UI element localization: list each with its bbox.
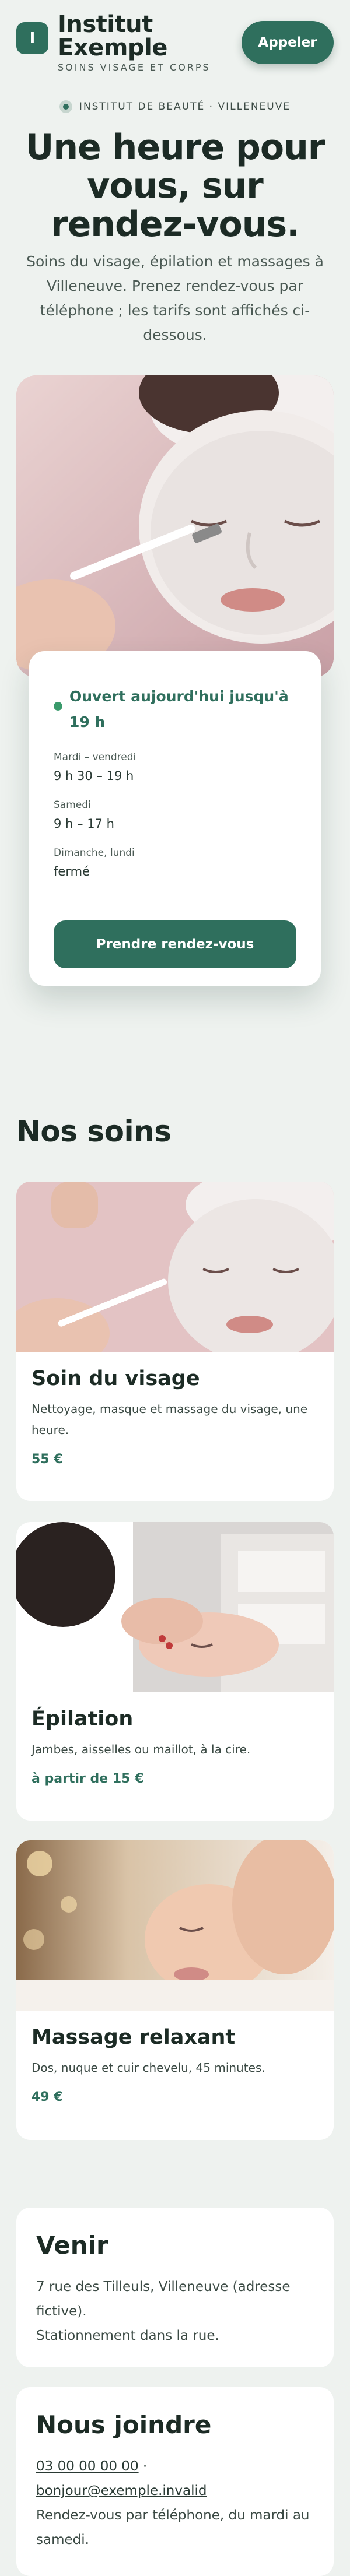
hours-day: Samedi [54, 799, 91, 811]
massage-treatment-image [16, 1840, 334, 2011]
directions-parking: Stationnement dans la rue. [36, 2328, 219, 2343]
hero-title: Une heure pour vous, sur rendez-vous. [25, 127, 326, 245]
contact-line: 03 00 00 00 00 · [36, 2454, 314, 2479]
hours-day: Dimanche, lundi [54, 847, 135, 859]
hours-row: Samedi 9 h – 17 h [54, 799, 295, 831]
location-dot-icon [59, 100, 72, 113]
directions-card: Venir 7 rue des Tilleuls, Villeneuve (ad… [16, 2208, 334, 2367]
hero-eyebrow: INSTITUT DE BEAUTÉ · VILLENEUVE [0, 100, 350, 113]
contact-card: Nous joindre 03 00 00 00 00 · bonjour@ex… [16, 2387, 334, 2576]
service-name: Massage relaxant [32, 2026, 236, 2049]
directions-title: Venir [36, 2231, 108, 2259]
service-price: 55 € [32, 1452, 63, 1467]
service-description: Jambes, aisselles ou maillot, à la cire. [32, 1742, 251, 1756]
open-status: Ouvert aujourd'hui jusqu'à 19 h [54, 684, 295, 735]
book-appointment-button[interactable]: Prendre rendez-vous [54, 920, 296, 968]
facial-treatment-image [16, 1182, 334, 1352]
hours-day: Mardi – vendredi [54, 751, 136, 763]
open-status-text: Ouvert aujourd'hui jusqu'à 19 h [69, 688, 289, 730]
contact-separator: · [138, 2459, 148, 2474]
open-status-dot-icon [54, 702, 62, 711]
site-header: I Institut Exemple SOINS VISAGE ET CORPS… [0, 0, 350, 83]
service-card-facial: Soin du visage Nettoyage, masque et mass… [16, 1182, 334, 1501]
hero-subtitle: Soins du visage, épilation et massages à… [26, 253, 324, 343]
service-price: 49 € [32, 2090, 63, 2104]
brand[interactable]: I Institut Exemple SOINS VISAGE ET CORPS [16, 13, 211, 73]
hours-time: 9 h – 17 h [54, 817, 114, 831]
hours-time: fermé [54, 864, 90, 878]
service-photo [16, 1840, 334, 2011]
opening-hours-card: Ouvert aujourd'hui jusqu'à 19 h Mardi – … [29, 651, 321, 986]
service-card-massage: Massage relaxant Dos, nuque et cuir chev… [16, 1840, 334, 2140]
contact-email-line: bonjour@exemple.invalid [36, 2479, 314, 2503]
hours-time: 9 h 30 – 19 h [54, 769, 134, 783]
phone-link[interactable]: 03 00 00 00 00 [36, 2459, 139, 2474]
service-name: Épilation [32, 1707, 134, 1731]
directions-address: 7 rue des Tilleuls, Villeneuve (adresse … [36, 2279, 290, 2319]
services-title: Nos soins [16, 1115, 172, 1148]
service-card-waxing: Épilation Jambes, aisselles ou maillot, … [16, 1522, 334, 1821]
email-link[interactable]: bonjour@exemple.invalid [36, 2483, 206, 2498]
hours-row: Mardi – vendredi 9 h 30 – 19 h [54, 751, 295, 783]
contact-note: Rendez-vous par téléphone, du mardi au s… [36, 2508, 310, 2547]
service-name: Soin du visage [32, 1367, 200, 1390]
facial-mask-photo [16, 375, 334, 677]
eyebrow-text: INSTITUT DE BEAUTÉ · VILLENEUVE [79, 101, 291, 113]
hero-photo [16, 375, 334, 677]
contact-title: Nous joindre [36, 2410, 212, 2439]
logo-mark: I [16, 22, 48, 54]
hours-row: Dimanche, lundi fermé [54, 847, 295, 878]
service-description: Nettoyage, masque et massage du visage, … [32, 1402, 308, 1437]
call-button[interactable]: Appeler [242, 21, 334, 64]
brand-tagline: SOINS VISAGE ET CORPS [58, 62, 211, 73]
service-price: à partir de 15 € [32, 1772, 144, 1786]
brand-name: Institut Exemple [58, 11, 167, 61]
service-photo [16, 1522, 334, 1692]
service-description: Dos, nuque et cuir chevelu, 45 minutes. [32, 2061, 265, 2075]
waxing-treatment-image [16, 1522, 334, 1692]
service-photo [16, 1182, 334, 1352]
